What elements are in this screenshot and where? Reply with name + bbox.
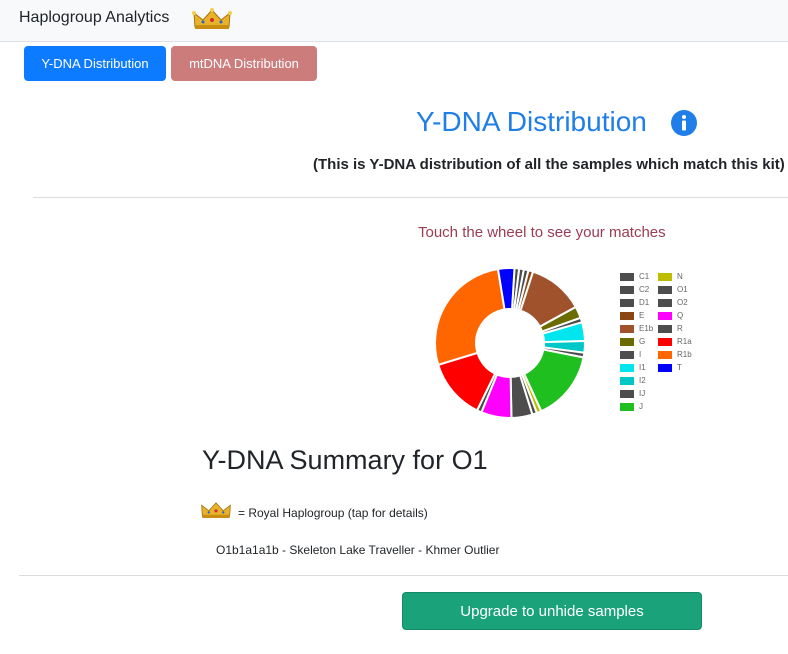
page-title: Y-DNA Distribution [416, 106, 647, 137]
legend-item-j: J [620, 400, 653, 413]
info-icon[interactable] [670, 109, 698, 137]
legend-swatch [620, 376, 634, 385]
legend-item-o2: O2 [658, 296, 692, 309]
legend-item-i2: I2 [620, 374, 653, 387]
legend-swatch [658, 285, 672, 294]
legend-label: R1a [677, 337, 692, 346]
legend-label: E1b [639, 324, 654, 333]
tab-ydna-distribution[interactable]: Y-DNA Distribution [24, 46, 166, 81]
legend-item-c1: C1 [620, 270, 653, 283]
legend-label: G [639, 337, 646, 346]
legend-label: E [639, 311, 645, 320]
upgrade-button[interactable]: Upgrade to unhide samples [402, 592, 702, 630]
legend-item-n: N [658, 270, 692, 283]
legend-label: I [639, 350, 642, 359]
legend-item-e: E [620, 309, 653, 322]
tab-mtdna-distribution[interactable]: mtDNA Distribution [171, 46, 317, 81]
legend-swatch [658, 272, 672, 281]
crown-icon [201, 502, 231, 518]
legend-swatch [658, 324, 672, 333]
legend-swatch [658, 363, 672, 372]
legend-item-ij: IJ [620, 387, 653, 400]
royal-legend-text[interactable]: = Royal Haplogroup (tap for details) [238, 506, 428, 520]
summary-title: Y-DNA Summary for O1 [202, 445, 488, 475]
match-haplogroup: O1b1a1a1b - Skeleton Lake Traveller - Kh… [216, 543, 500, 557]
legend-label: I2 [639, 376, 646, 385]
legend-swatch [620, 324, 634, 333]
legend-label: R [677, 324, 683, 333]
legend-label: N [677, 272, 683, 281]
legend-swatch [620, 272, 634, 281]
legend-item-e1b: E1b [620, 322, 653, 335]
legend-swatch [658, 298, 672, 307]
legend-swatch [620, 337, 634, 346]
donut-slice-r1b[interactable] [434, 267, 506, 367]
navbar: Haplogroup Analytics [0, 0, 788, 42]
page-subtitle: (This is Y-DNA distribution of all the s… [313, 156, 785, 173]
legend-swatch [658, 311, 672, 320]
legend-swatch [658, 337, 672, 346]
divider [33, 197, 788, 198]
brand-title[interactable]: Haplogroup Analytics [19, 9, 169, 27]
legend-swatch [620, 389, 634, 398]
legend-item-r: R [658, 322, 692, 335]
legend-label: I1 [639, 363, 646, 372]
legend-item-r1b: R1b [658, 348, 692, 361]
legend-swatch [620, 285, 634, 294]
divider [19, 575, 788, 576]
legend-label: O1 [677, 285, 688, 294]
chart-prompt: Touch the wheel to see your matches [418, 224, 666, 241]
legend-swatch [658, 350, 672, 359]
legend-label: C2 [639, 285, 650, 294]
legend-label: Q [677, 311, 684, 320]
legend-swatch [620, 350, 634, 359]
legend-item-i1: I1 [620, 361, 653, 374]
legend-item-t: T [658, 361, 692, 374]
legend-label: T [677, 363, 682, 372]
crown-icon [192, 8, 232, 29]
legend-label: J [639, 402, 643, 411]
donut-chart[interactable] [430, 263, 590, 423]
chart-legend: N O1 O2 Q R R1a R1b T [658, 270, 692, 374]
legend-item-c2: C2 [620, 283, 653, 296]
legend-item-g: G [620, 335, 653, 348]
legend-item-q: Q [658, 309, 692, 322]
legend-swatch [620, 363, 634, 372]
legend-label: R1b [677, 350, 692, 359]
legend-label: D1 [639, 298, 650, 307]
legend-item-i: I [620, 348, 653, 361]
legend-item-o1: O1 [658, 283, 692, 296]
legend-label: IJ [639, 389, 646, 398]
legend-item-d1: D1 [620, 296, 653, 309]
legend-swatch [620, 311, 634, 320]
legend-label: C1 [639, 272, 650, 281]
legend-swatch [620, 298, 634, 307]
legend-item-r1a: R1a [658, 335, 692, 348]
legend-swatch [620, 402, 634, 411]
chart-legend: C1 C2 D1 E E1b G I I1 I2 IJ J [620, 270, 653, 413]
legend-label: O2 [677, 298, 688, 307]
